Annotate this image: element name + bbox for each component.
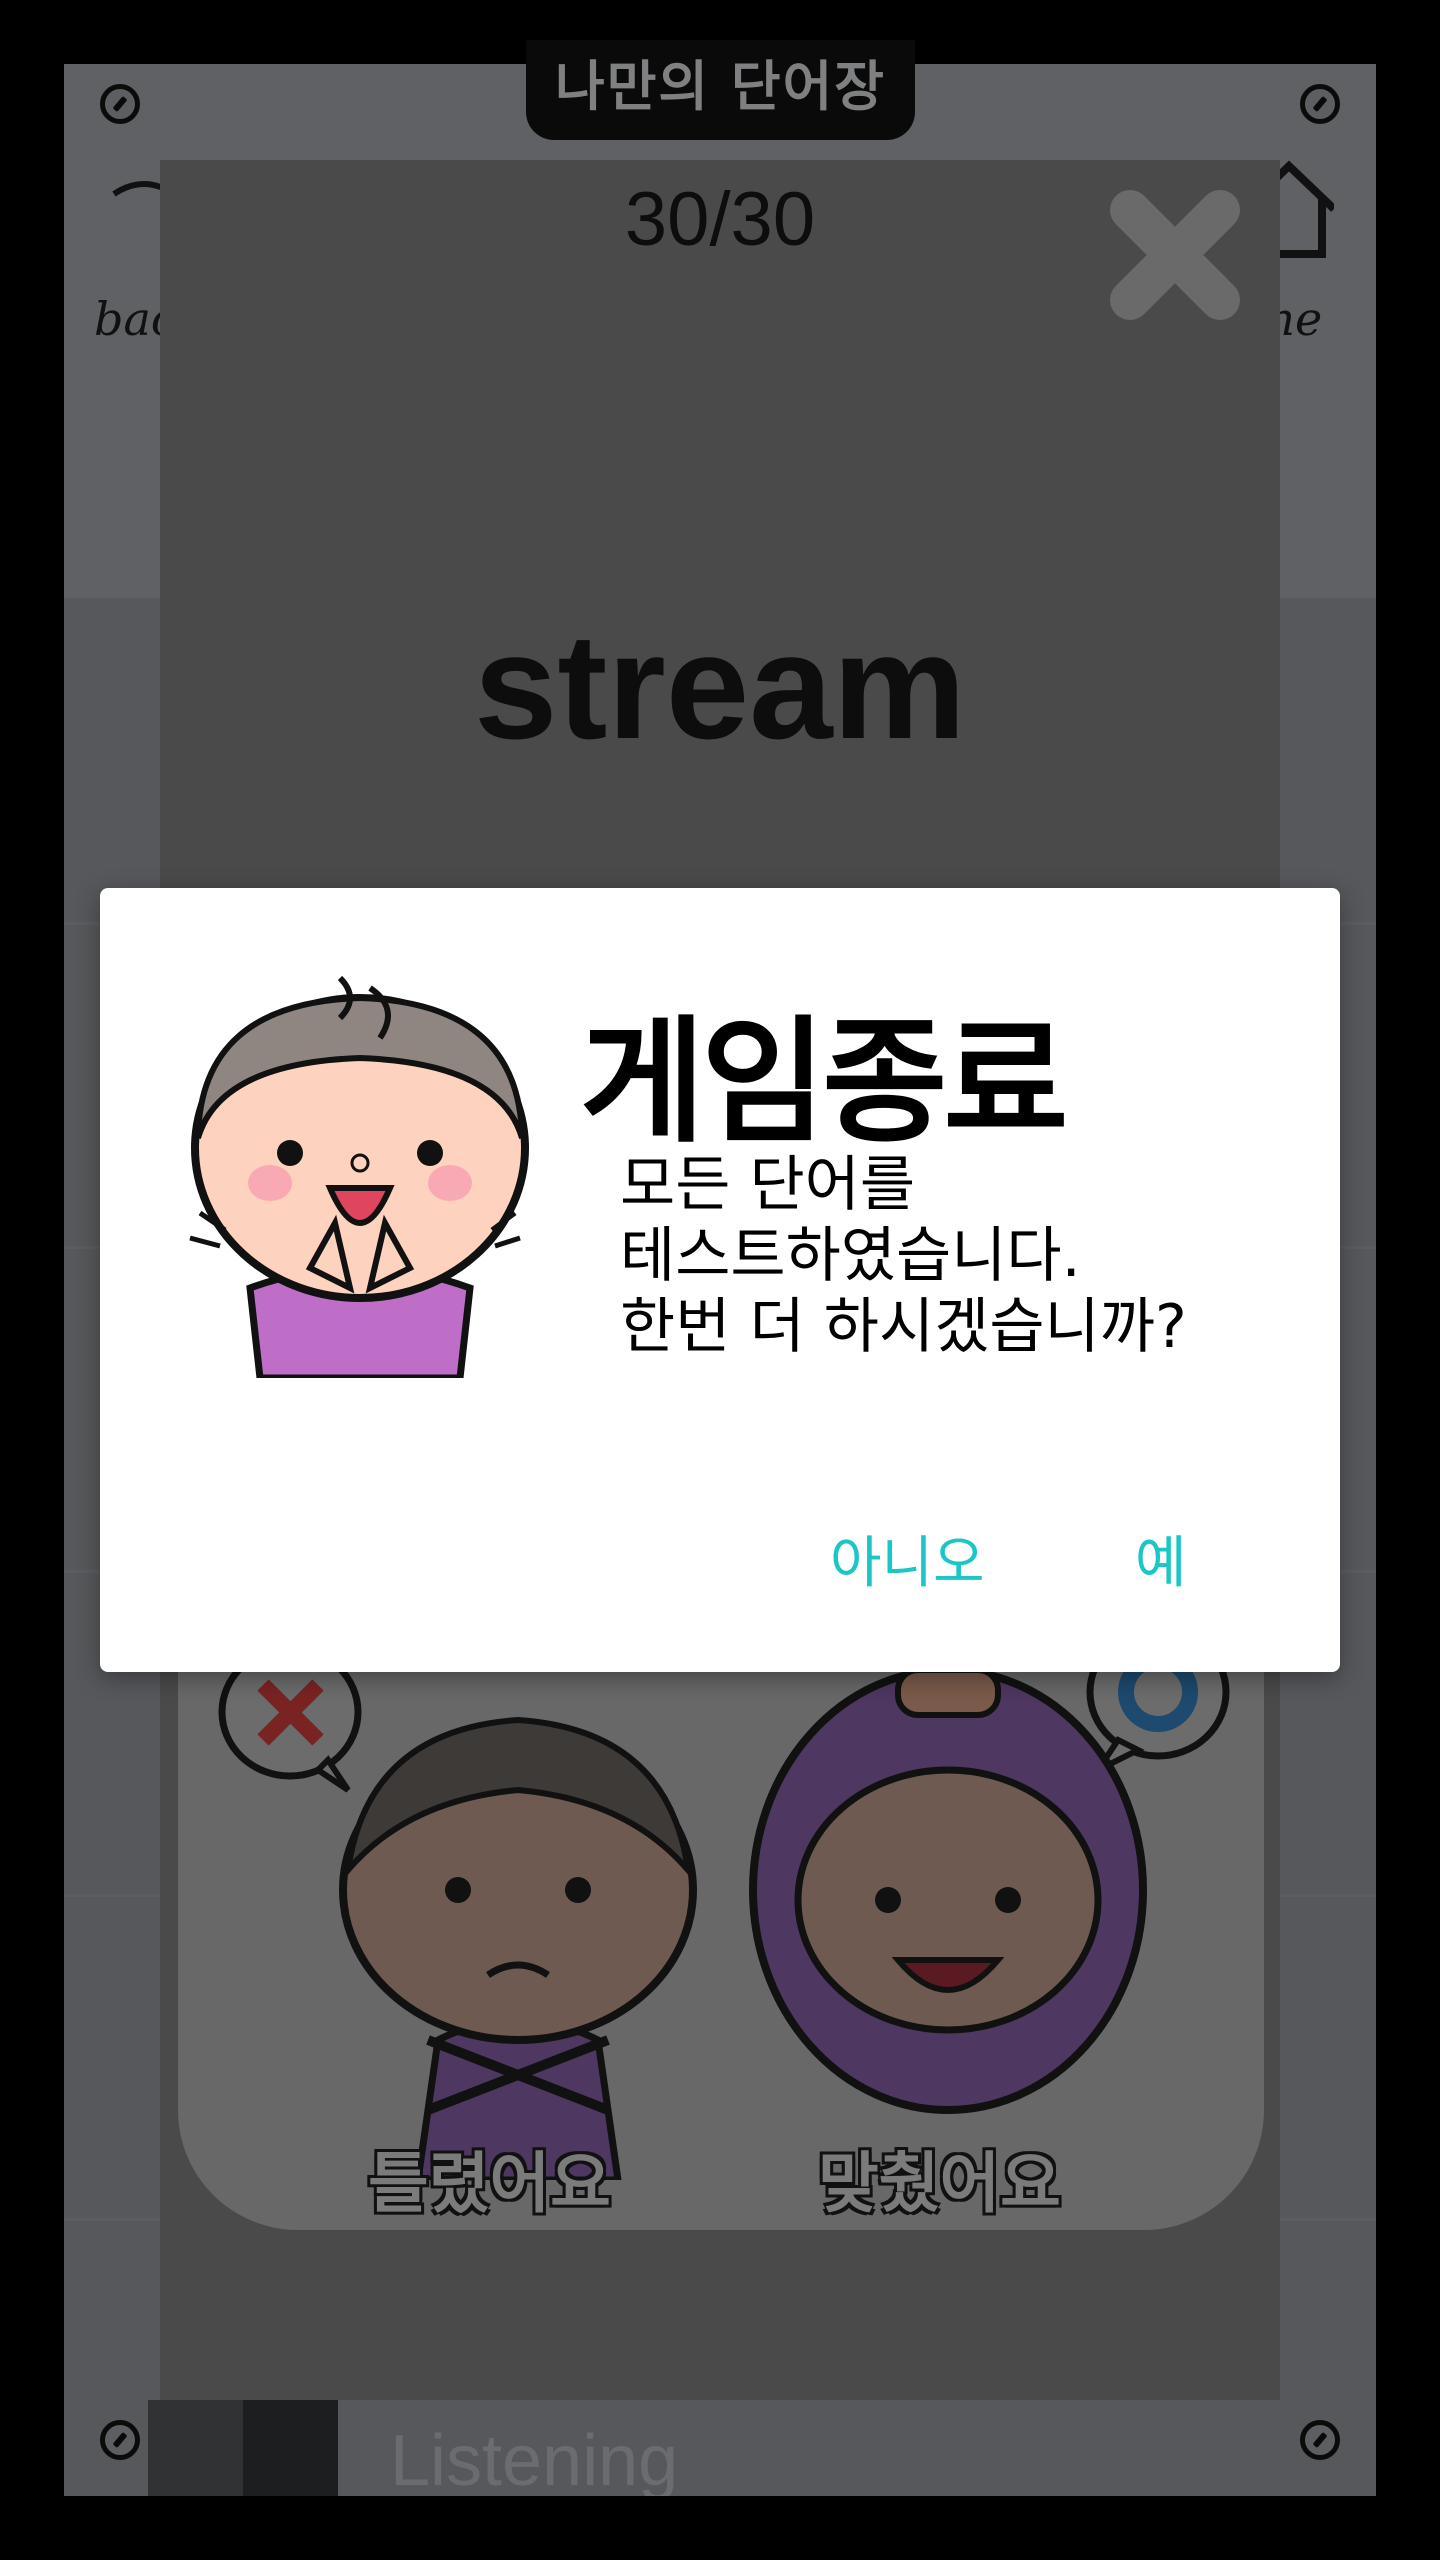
yes-button[interactable]: 예 <box>1135 1518 1187 1599</box>
wrong-answer-label: 틀렸어요 <box>368 2145 611 2222</box>
card-word: stream <box>474 602 966 770</box>
answer-panel: 틀렸어요 맞췄어요 <box>178 1600 1264 2230</box>
screw-icon <box>100 84 140 124</box>
dialog-message: 모든 단어를 테스트하였습니다. 한번 더 하시겠습니까? <box>620 1150 1187 1363</box>
cheering-kid-illustration <box>189 975 529 1378</box>
screw-icon <box>100 2420 140 2460</box>
listening-thumbnail <box>148 2400 338 2496</box>
dialog-message-line: 테스트하였습니다. <box>620 1221 1081 1291</box>
app-title: 나만의 단어장 <box>555 54 886 118</box>
close-x-icon <box>1110 190 1240 320</box>
dialog-message-line: 모든 단어를 <box>620 1150 916 1220</box>
screw-icon <box>1300 2420 1340 2460</box>
no-button[interactable]: 아니오 <box>830 1518 985 1599</box>
screw-icon <box>1300 84 1340 124</box>
correct-kid-illustration <box>749 1666 1147 2114</box>
dialog-message-line: 한번 더 하시겠습니까? <box>620 1292 1187 1362</box>
game-over-dialog: 게임종료 모든 단어를 테스트하였습니다. 한번 더 하시겠습니까? 아니오 예 <box>100 888 1340 1672</box>
wrong-answer-button[interactable]: 틀렸어요 <box>218 1600 697 2222</box>
dialog-title: 게임종료 <box>580 1004 1068 1162</box>
close-button[interactable] <box>1100 180 1250 330</box>
correct-answer-button[interactable]: 맞췄어요 <box>738 1600 1258 2222</box>
listening-label: Listening <box>390 2421 679 2496</box>
wrong-kid-illustration <box>339 1716 697 2180</box>
correct-answer-label: 맞췄어요 <box>818 2145 1061 2222</box>
